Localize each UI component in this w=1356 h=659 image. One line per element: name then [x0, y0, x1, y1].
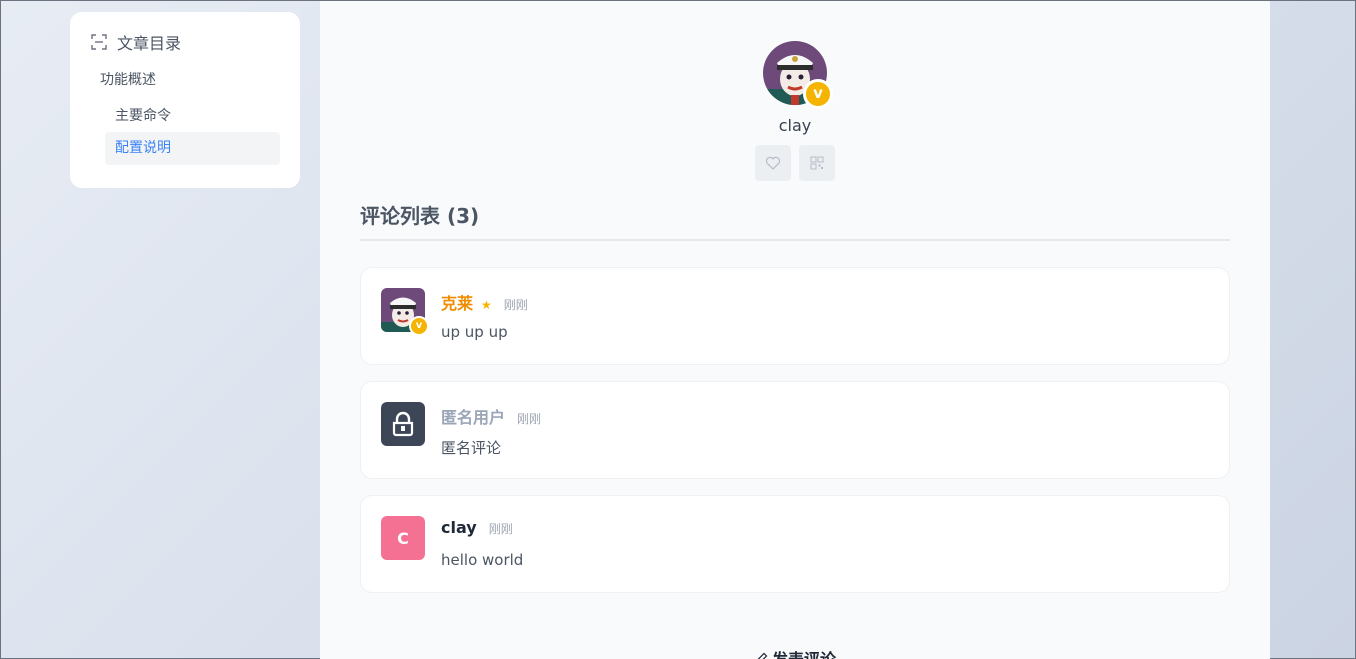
comment-item: 匿名用户 刚刚 匿名评论: [360, 381, 1230, 479]
comment-meta: 匿名用户 刚刚: [441, 404, 541, 428]
post-comment-heading[interactable]: 发表评论: [320, 646, 1270, 659]
toc-item-commands[interactable]: 主要命令: [115, 105, 171, 125]
comment-author: 匿名用户: [441, 408, 506, 427]
toc-title: 文章目录: [117, 34, 182, 53]
comment-author[interactable]: 克莱: [441, 290, 473, 314]
lock-icon: [392, 411, 414, 437]
comment-avatar[interactable]: v: [381, 288, 429, 336]
pencil-icon: [757, 652, 768, 659]
toc-header: 文章目录: [91, 32, 280, 53]
verified-badge: v: [409, 316, 429, 336]
heart-icon: [765, 156, 781, 170]
main-panel: v clay 评论列表 (3) v 克莱 ★ 刚刚 up up up 匿名用户 …: [320, 1, 1270, 659]
comment-time: 刚刚: [488, 522, 513, 536]
comment-avatar[interactable]: C: [381, 516, 425, 560]
comment-meta: clay 刚刚: [441, 518, 513, 537]
author-avatar[interactable]: v: [763, 41, 833, 109]
toc-item-config[interactable]: 配置说明: [105, 132, 280, 165]
author-actions: [755, 145, 835, 181]
like-button[interactable]: [755, 145, 791, 181]
divider: [360, 239, 1230, 241]
comment-author[interactable]: clay: [441, 518, 477, 537]
qrcode-button[interactable]: [799, 145, 835, 181]
comments-title: 评论列表 (3): [360, 204, 480, 228]
comment-time: 刚刚: [503, 298, 528, 312]
qrcode-icon: [810, 156, 824, 170]
toc-icon: [91, 34, 107, 50]
post-comment-label: 发表评论: [772, 650, 836, 659]
author-name: clay: [778, 116, 812, 135]
star-icon: ★: [481, 298, 492, 312]
verified-badge: v: [803, 79, 833, 109]
comment-time: 刚刚: [517, 412, 542, 426]
comment-item: v 克莱 ★ 刚刚 up up up: [360, 267, 1230, 365]
comment-text: up up up: [441, 323, 508, 341]
comment-meta: 克莱 ★ 刚刚: [441, 290, 528, 314]
comment-text: 匿名评论: [441, 439, 502, 457]
toc-item-overview[interactable]: 功能概述: [100, 69, 156, 89]
comment-text: hello world: [441, 551, 524, 569]
comment-avatar[interactable]: [381, 402, 425, 446]
comment-item: C clay 刚刚 hello world: [360, 495, 1230, 593]
toc-card: 文章目录 功能概述 主要命令 配置说明: [70, 12, 300, 188]
